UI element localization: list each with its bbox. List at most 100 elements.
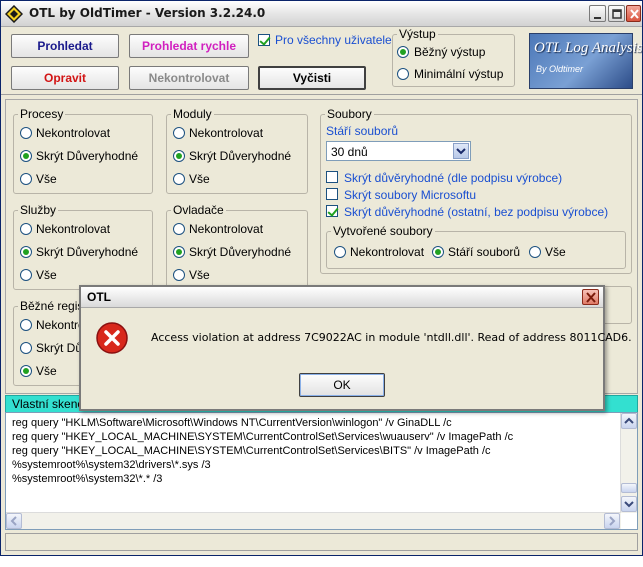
horizontal-scrollbar[interactable] <box>6 512 621 529</box>
drivers-nocheck-radio[interactable] <box>173 223 185 235</box>
output-minimal-radio[interactable] <box>397 68 409 80</box>
file-age-value: 30 dnů <box>331 145 368 159</box>
services-title: Služby <box>18 203 59 217</box>
hide-trusted-signed-checkbox[interactable] <box>326 171 338 183</box>
toolbar-panel: Prohledat Prohledat rychle Opravit Nekon… <box>1 27 643 95</box>
custom-scan-textarea[interactable]: reg query "HKLM\Software\Microsoft\Windo… <box>5 412 638 530</box>
all-users-checkbox[interactable] <box>258 34 270 46</box>
dont-check-button[interactable]: Nekontrolovat <box>129 66 249 90</box>
dialog-title: OTL <box>87 290 111 304</box>
output-group-title: Výstup <box>397 27 438 41</box>
custom-scan-line: %systemroot%\system32\*.* /3 <box>12 473 163 485</box>
registry-nocheck-label: Nekontro <box>36 318 85 332</box>
created-all-radio[interactable] <box>529 246 541 258</box>
minimize-button[interactable] <box>589 5 606 22</box>
services-hide-trusted-radio[interactable] <box>20 246 32 258</box>
otl-window: OTL by OldTimer - Version 3.2.24.0 Prohl… <box>0 0 643 556</box>
custom-scan-label: Vlastní skeno <box>12 397 85 411</box>
common-registry-title: Běžné regis <box>18 299 86 313</box>
file-age-select[interactable]: 30 dnů <box>326 141 471 161</box>
registry-hide-trusted-radio[interactable] <box>20 342 32 354</box>
custom-scan-line: reg query "HKEY_LOCAL_MACHINE\SYSTEM\Cur… <box>12 431 514 443</box>
file-age-label: Stáří souborů <box>326 124 399 138</box>
modules-title: Moduly <box>171 107 214 121</box>
processes-nocheck-label: Nekontrolovat <box>36 126 111 140</box>
hide-trusted-other-checkbox[interactable] <box>326 205 338 217</box>
error-dialog: OTL Access violation at address 7C9022AC… <box>79 285 632 411</box>
chevron-down-icon[interactable] <box>453 143 469 159</box>
registry-all-label: Vše <box>36 364 57 378</box>
modules-hide-trusted-label: Skrýt Důveryhodné <box>189 149 292 163</box>
drivers-all-label: Vše <box>189 268 210 282</box>
title-bar: OTL by OldTimer - Version 3.2.24.0 <box>1 1 642 27</box>
created-all-label: Vše <box>545 245 566 259</box>
drivers-hide-trusted-radio[interactable] <box>173 246 185 258</box>
vertical-scrollbar[interactable] <box>620 413 637 513</box>
fix-button[interactable]: Opravit <box>11 66 119 90</box>
all-users-label: Pro všechny uživatele <box>275 33 392 47</box>
processes-hide-trusted-radio[interactable] <box>20 150 32 162</box>
modules-hide-trusted-radio[interactable] <box>173 150 185 162</box>
processes-all-radio[interactable] <box>20 173 32 185</box>
processes-all-label: Vše <box>36 172 57 186</box>
modules-nocheck-radio[interactable] <box>173 127 185 139</box>
modules-all-radio[interactable] <box>173 173 185 185</box>
hide-trusted-other-label: Skrýt důvěryhodné (ostatní, bez podpisu … <box>344 205 609 219</box>
logo-title: OTL Log Analysis <box>534 40 643 56</box>
processes-hide-trusted-label: Skrýt Důveryhodné <box>36 149 139 163</box>
processes-nocheck-radio[interactable] <box>20 127 32 139</box>
output-minimal-label: Minimální výstup <box>414 67 504 81</box>
clean-button[interactable]: Vyčisti <box>258 66 366 90</box>
otl-log-analysis-logo[interactable]: OTL Log Analysis By Oldtimer <box>529 33 643 89</box>
registry-all-radio[interactable] <box>20 365 32 377</box>
created-file-age-label: Stáří souborů <box>448 245 521 259</box>
processes-title: Procesy <box>18 107 66 121</box>
output-normal-label: Běžný výstup <box>414 45 486 59</box>
modules-nocheck-label: Nekontrolovat <box>189 126 264 140</box>
registry-nocheck-radio[interactable] <box>20 319 32 331</box>
registry-hide-trusted-label: Skrýt Dů <box>36 341 83 355</box>
services-all-label: Vše <box>36 268 57 282</box>
output-group: Výstup Běžný výstup Minimální výstup <box>392 27 515 87</box>
otl-app-icon <box>4 4 24 24</box>
custom-scan-line: reg query "HKLM\Software\Microsoft\Windo… <box>12 417 452 429</box>
scroll-thumb[interactable] <box>621 483 637 493</box>
drivers-title: Ovladače <box>171 203 226 217</box>
ok-button[interactable]: OK <box>299 373 385 397</box>
files-group: Soubory Stáří souborů 30 dnů Skrýt důvěr… <box>320 107 632 274</box>
modules-all-label: Vše <box>189 172 210 186</box>
hide-trusted-signed-label: Skrýt důvěryhodné (dle podpisu výrobce) <box>344 171 563 185</box>
drivers-hide-trusted-label: Skrýt Důveryhodné <box>189 245 292 259</box>
created-nocheck-radio[interactable] <box>334 246 346 258</box>
created-nocheck-label: Nekontrolovat <box>350 245 425 259</box>
services-hide-trusted-label: Skrýt Důveryhodné <box>36 245 139 259</box>
services-all-radio[interactable] <box>20 269 32 281</box>
drivers-nocheck-label: Nekontrolovat <box>189 222 264 236</box>
hide-microsoft-files-checkbox[interactable] <box>326 188 338 200</box>
modules-group: Moduly Nekontrolovat Skrýt Důveryhodné V… <box>166 107 308 194</box>
close-window-button[interactable] <box>626 5 641 22</box>
quick-scan-button[interactable]: Prohledat rychle <box>129 34 249 58</box>
error-icon <box>95 321 129 358</box>
scroll-up-icon[interactable] <box>621 413 637 429</box>
drivers-group: Ovladače Nekontrolovat Skrýt Důveryhodné… <box>166 203 308 290</box>
maximize-button[interactable] <box>608 5 625 22</box>
custom-scan-line: %systemroot%\system32\drivers\*.sys /3 <box>12 459 211 471</box>
processes-group: Procesy Nekontrolovat Skrýt Důveryhodné … <box>13 107 153 194</box>
files-title: Soubory <box>325 107 374 121</box>
created-files-group: Vytvořené soubory Nekontrolovat Stáří so… <box>326 224 626 269</box>
scroll-down-icon[interactable] <box>621 496 637 512</box>
scroll-right-icon[interactable] <box>604 513 620 529</box>
created-file-age-radio[interactable] <box>432 246 444 258</box>
custom-scan-line: reg query "HKEY_LOCAL_MACHINE\SYSTEM\Cur… <box>12 445 491 457</box>
logo-subtitle: By Oldtimer <box>536 64 584 74</box>
scroll-left-icon[interactable] <box>6 513 22 529</box>
services-nocheck-radio[interactable] <box>20 223 32 235</box>
scan-button[interactable]: Prohledat <box>11 34 119 58</box>
output-normal-radio[interactable] <box>397 46 409 58</box>
error-message: Access violation at address 7C9022AC in … <box>151 331 632 344</box>
services-nocheck-label: Nekontrolovat <box>36 222 111 236</box>
window-title: OTL by OldTimer - Version 3.2.24.0 <box>29 6 266 20</box>
drivers-all-radio[interactable] <box>173 269 185 281</box>
dialog-close-button[interactable] <box>582 289 599 305</box>
